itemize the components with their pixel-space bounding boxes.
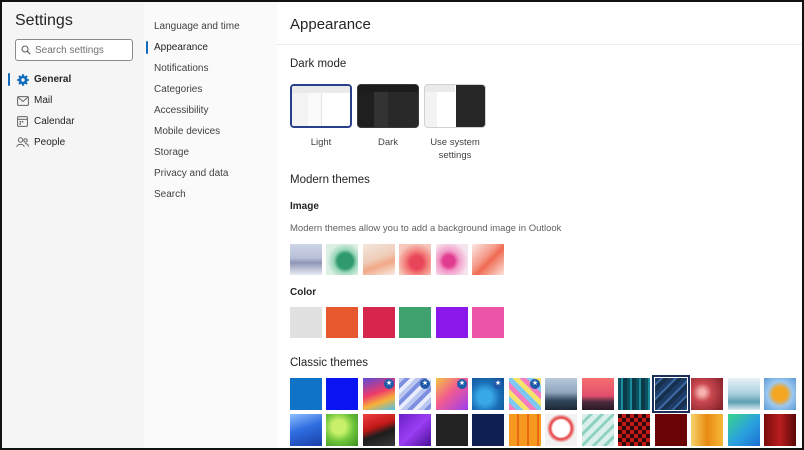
people-icon (16, 136, 29, 149)
subnav-accessibility[interactable]: Accessibility (144, 100, 277, 121)
classic-theme-tile[interactable]: ★ (509, 378, 541, 410)
modern-image-theme-tile[interactable] (472, 244, 504, 275)
classic-theme-tile[interactable] (326, 378, 358, 410)
nav-item-people[interactable]: People (2, 132, 144, 153)
general-subnav-pane: Language and time Appearance Notificatio… (144, 2, 277, 448)
subnav-storage[interactable]: Storage (144, 142, 277, 163)
search-box[interactable] (15, 39, 133, 61)
classic-theme-tile[interactable] (509, 414, 541, 446)
premium-star-icon: ★ (420, 379, 430, 389)
color-theme-swatch[interactable] (399, 307, 431, 338)
classic-themes-heading: Classic themes (290, 357, 368, 369)
image-themes-heading: Image (290, 201, 319, 212)
classic-theme-tile[interactable] (326, 414, 358, 446)
subnav-mobile-devices[interactable]: Mobile devices (144, 121, 277, 142)
classic-theme-tile[interactable] (728, 378, 760, 410)
subnav-language-and-time[interactable]: Language and time (144, 16, 277, 37)
color-theme-swatch[interactable] (436, 307, 468, 338)
color-theme-swatch[interactable] (326, 307, 358, 338)
classic-theme-tile-selected[interactable] (652, 375, 690, 413)
subnav-privacy-and-data[interactable]: Privacy and data (144, 163, 277, 184)
classic-theme-tile[interactable] (618, 378, 650, 410)
subnav-notifications[interactable]: Notifications (144, 58, 277, 79)
divider (277, 44, 802, 45)
premium-star-icon: ★ (457, 379, 467, 389)
classic-theme-tile[interactable] (618, 414, 650, 446)
page-title: Appearance (290, 16, 371, 33)
calendar-icon (16, 115, 29, 128)
nav-item-label: General (34, 74, 72, 85)
dark-mode-heading: Dark mode (290, 58, 347, 70)
dark-mode-system-option[interactable]: Use system settings (424, 84, 486, 162)
nav-item-label: Calendar (34, 116, 75, 127)
color-themes-heading: Color (290, 287, 317, 298)
dark-mode-preview (357, 84, 419, 128)
classic-theme-tile[interactable] (582, 378, 614, 410)
settings-category-pane: Settings Search settings General Mail Ca… (2, 2, 144, 448)
classic-theme-tile[interactable]: ★ (436, 378, 468, 410)
classic-theme-tile[interactable] (545, 378, 577, 410)
nav-item-label: People (34, 137, 66, 148)
search-icon (21, 45, 31, 55)
search-input[interactable] (35, 44, 127, 56)
modern-image-theme-tile[interactable] (399, 244, 431, 275)
category-nav: General Mail Calendar People (2, 69, 144, 153)
modern-themes-heading: Modern themes (290, 174, 370, 186)
classic-theme-tile[interactable] (655, 414, 687, 446)
subnav-appearance[interactable]: Appearance (144, 37, 277, 58)
nav-item-mail[interactable]: Mail (2, 90, 144, 111)
settings-window: Settings Search settings General Mail Ca… (0, 0, 804, 450)
classic-theme-tile[interactable] (436, 414, 468, 446)
classic-theme-tile[interactable]: ★ (399, 378, 431, 410)
classic-theme-tile[interactable] (728, 414, 760, 446)
classic-theme-tile[interactable] (582, 414, 614, 446)
classic-theme-tile[interactable] (363, 414, 395, 446)
classic-theme-tile[interactable] (691, 378, 723, 410)
nav-item-calendar[interactable]: Calendar (2, 111, 144, 132)
nav-item-label: Mail (34, 95, 53, 106)
classic-theme-tile[interactable] (545, 414, 577, 446)
classic-theme-tile[interactable] (764, 378, 796, 410)
premium-star-icon: ★ (384, 379, 394, 389)
classic-theme-tile[interactable] (472, 414, 504, 446)
classic-theme-tile[interactable] (290, 414, 322, 446)
color-theme-swatch[interactable] (472, 307, 504, 338)
dark-mode-option-label: Use system settings (430, 137, 480, 161)
gear-icon (16, 73, 29, 86)
dark-mode-dark-option[interactable]: Dark (357, 84, 419, 149)
classic-theme-tile[interactable]: ★ (472, 378, 504, 410)
system-mode-preview (424, 84, 486, 128)
mail-icon (16, 94, 29, 107)
appearance-panel: Appearance Dark mode Light Dark Use syst… (277, 2, 802, 448)
premium-star-icon: ★ (530, 379, 540, 389)
nav-item-general[interactable]: General (2, 69, 144, 90)
premium-star-icon: ★ (493, 379, 503, 389)
modern-image-theme-tile[interactable] (326, 244, 358, 275)
classic-theme-tile[interactable] (290, 378, 322, 410)
modern-image-theme-tile[interactable] (436, 244, 468, 275)
image-themes-description: Modern themes allow you to add a backgro… (290, 223, 562, 234)
classic-theme-tile[interactable] (399, 414, 431, 446)
settings-title: Settings (15, 12, 73, 29)
modern-image-theme-tile[interactable] (290, 244, 322, 275)
classic-theme-tile[interactable]: ★ (363, 378, 395, 410)
subnav-search[interactable]: Search (144, 184, 277, 205)
color-theme-swatch[interactable] (290, 307, 322, 338)
subnav-categories[interactable]: Categories (144, 79, 277, 100)
classic-theme-tile[interactable] (691, 414, 723, 446)
color-theme-swatch[interactable] (363, 307, 395, 338)
dark-mode-option-label: Dark (377, 137, 399, 148)
light-mode-preview (290, 84, 352, 128)
dark-mode-light-option[interactable]: Light (290, 84, 352, 149)
dark-mode-option-label: Light (310, 137, 332, 148)
modern-image-theme-tile[interactable] (363, 244, 395, 275)
classic-theme-tile[interactable] (764, 414, 796, 446)
